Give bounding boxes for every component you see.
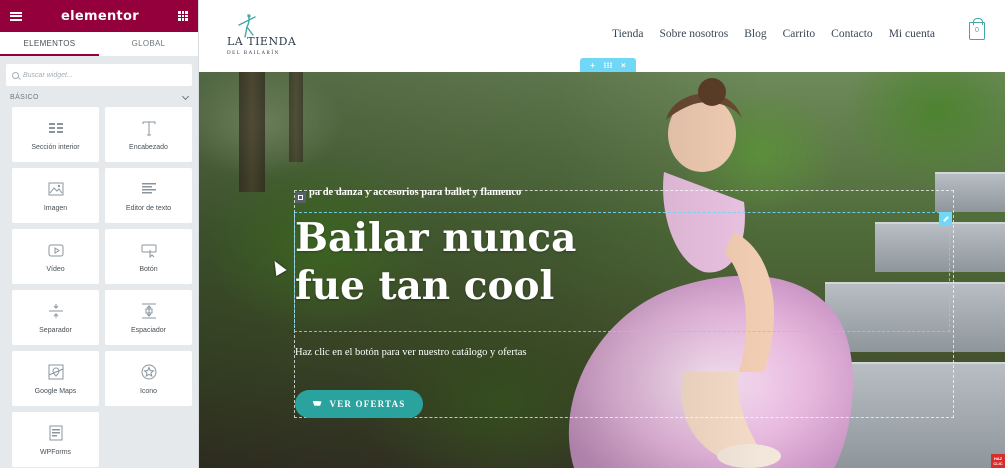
elementor-logo: elementor [61,8,139,24]
section-handle[interactable]: + ⁝⁝⁝ × [580,58,636,72]
widget-search-input[interactable]: Buscar widget... [6,64,192,86]
tab-elements[interactable]: ELEMENTOS [0,32,99,56]
widget-video[interactable]: Vídeo [12,229,99,284]
panel-header: elementor [0,0,198,32]
video-icon [46,240,66,260]
widget-divider[interactable]: Separador [12,290,99,345]
widget-label: Imagen [43,205,68,212]
panel-tabs: ELEMENTOS GLOBAL [0,32,198,56]
hero-subtext: Haz clic en el botón para ver nuestro ca… [295,347,527,358]
elementor-editor: elementor ELEMENTOS GLOBAL Buscar widget… [0,0,1005,468]
widget-text-editor[interactable]: Editor de texto [105,168,192,223]
tab-global[interactable]: GLOBAL [99,32,198,56]
widget-label: Botón [139,266,158,273]
cart-count: 0 [975,27,979,34]
widget-heading[interactable]: Encabezado [105,107,192,162]
hero-eyebrow: pa de danza y accesorios para ballet y f… [309,187,522,198]
widgets-grid-icon[interactable] [178,11,188,21]
elementor-panel: elementor ELEMENTOS GLOBAL Buscar widget… [0,0,199,468]
nav-mi-cuenta[interactable]: Mi cuenta [889,28,935,40]
category-label: BÁSICO [10,94,39,101]
widget-spacer[interactable]: Espaciador [105,290,192,345]
form-icon [46,423,66,443]
widget-label: WPForms [39,449,72,456]
image-icon [46,179,66,199]
widget-icon[interactable]: Icono [105,351,192,406]
widget-grid: Sección interior Encabezado Imagen Edito… [0,107,198,467]
columns-icon [46,118,66,138]
widget-label: Sección interior [31,144,80,151]
column-handle-icon[interactable] [295,192,306,203]
main-nav: Tienda Sobre nosotros Blog Carrito Conta… [612,28,935,40]
widget-label: Vídeo [46,266,65,273]
cart-icon[interactable]: 0 [969,18,985,40]
widget-label: Encabezado [129,144,168,151]
cta-label: VER OFERTAS [329,399,406,409]
widget-inner-section[interactable]: Sección interior [12,107,99,162]
text-editor-icon [139,179,159,199]
heading-icon [139,118,159,138]
nav-contacto[interactable]: Contacto [831,28,873,40]
search-placeholder: Buscar widget... [23,71,73,79]
hero-section: pa de danza y accesorios para ballet y f… [199,72,1005,468]
nav-sobre-nosotros[interactable]: Sobre nosotros [660,28,729,40]
brand-subtitle: DEL BAILARÍN [227,51,280,56]
divider-icon [46,301,66,321]
nav-carrito[interactable]: Carrito [783,28,816,40]
widget-label: Icono [139,388,158,395]
category-basic[interactable]: BÁSICO [0,90,198,107]
cart-icon [312,400,322,406]
widget-google-maps[interactable]: Google Maps [12,351,99,406]
widget-label: Espaciador [130,327,167,334]
widget-label: Separador [39,327,72,334]
view-offers-button[interactable]: VER OFERTAS [295,390,423,418]
edit-widget-icon[interactable] [939,212,952,225]
spacer-icon [139,301,159,321]
site-logo[interactable]: LA TIENDA DEL BAILARÍN [227,11,307,61]
preview-canvas: LA TIENDA DEL BAILARÍN Tienda Sobre noso… [199,0,1005,468]
chevron-down-icon [181,92,190,100]
search-icon [12,71,19,79]
add-section-icon[interactable]: + [590,61,595,70]
hero-headline[interactable]: Bailar nunca fue tan cool [295,214,635,310]
widget-label: Editor de texto [125,205,172,212]
button-icon [139,240,159,260]
drag-section-icon[interactable]: ⁝⁝⁝ [603,61,612,70]
star-icon [139,362,159,382]
nav-blog[interactable]: Blog [744,28,766,40]
delete-section-icon[interactable]: × [621,61,626,70]
widget-wpforms[interactable]: WPForms [12,412,99,467]
brand-name: LA TIENDA [227,35,297,48]
corner-badge[interactable]: HAZ CLIC [991,454,1005,468]
menu-icon[interactable] [10,11,22,21]
nav-tienda[interactable]: Tienda [612,28,644,40]
map-icon [46,362,66,382]
widget-button[interactable]: Botón [105,229,192,284]
widget-label: Google Maps [34,388,77,395]
widget-image[interactable]: Imagen [12,168,99,223]
